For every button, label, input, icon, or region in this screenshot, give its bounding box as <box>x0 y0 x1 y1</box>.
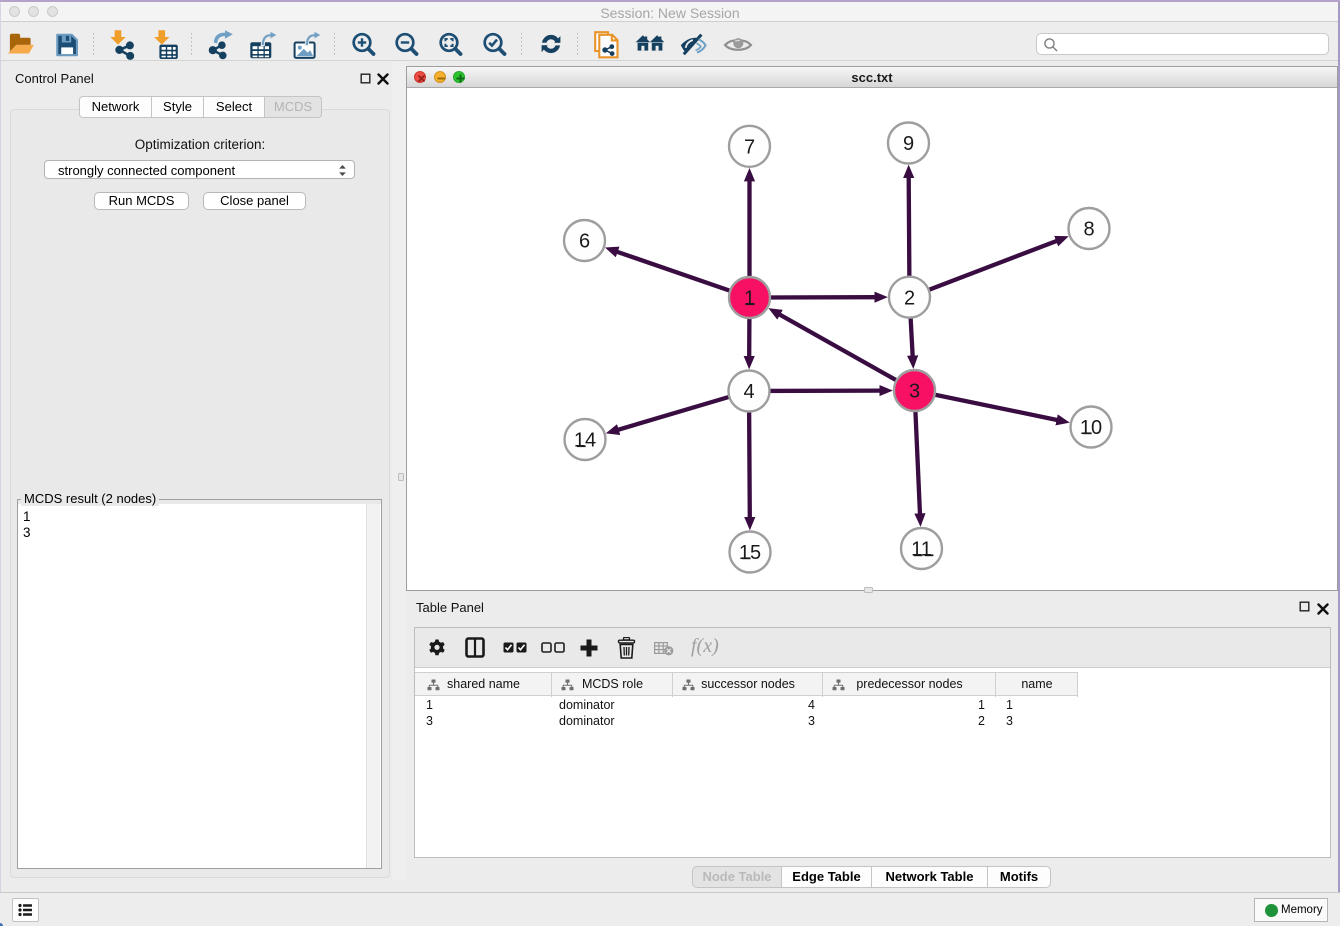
svg-text:7: 7 <box>744 137 755 159</box>
svg-text:4: 4 <box>743 381 754 403</box>
svg-text:1: 1 <box>744 288 755 310</box>
svg-text:6: 6 <box>579 231 590 253</box>
svg-text:9: 9 <box>903 133 914 155</box>
svg-text:8: 8 <box>1083 219 1094 241</box>
svg-text:14: 14 <box>574 430 596 452</box>
svg-text:10: 10 <box>1080 417 1102 439</box>
svg-text:11: 11 <box>911 539 932 561</box>
svg-text:2: 2 <box>904 287 915 309</box>
svg-text:15: 15 <box>739 542 761 564</box>
svg-text:3: 3 <box>909 381 920 403</box>
